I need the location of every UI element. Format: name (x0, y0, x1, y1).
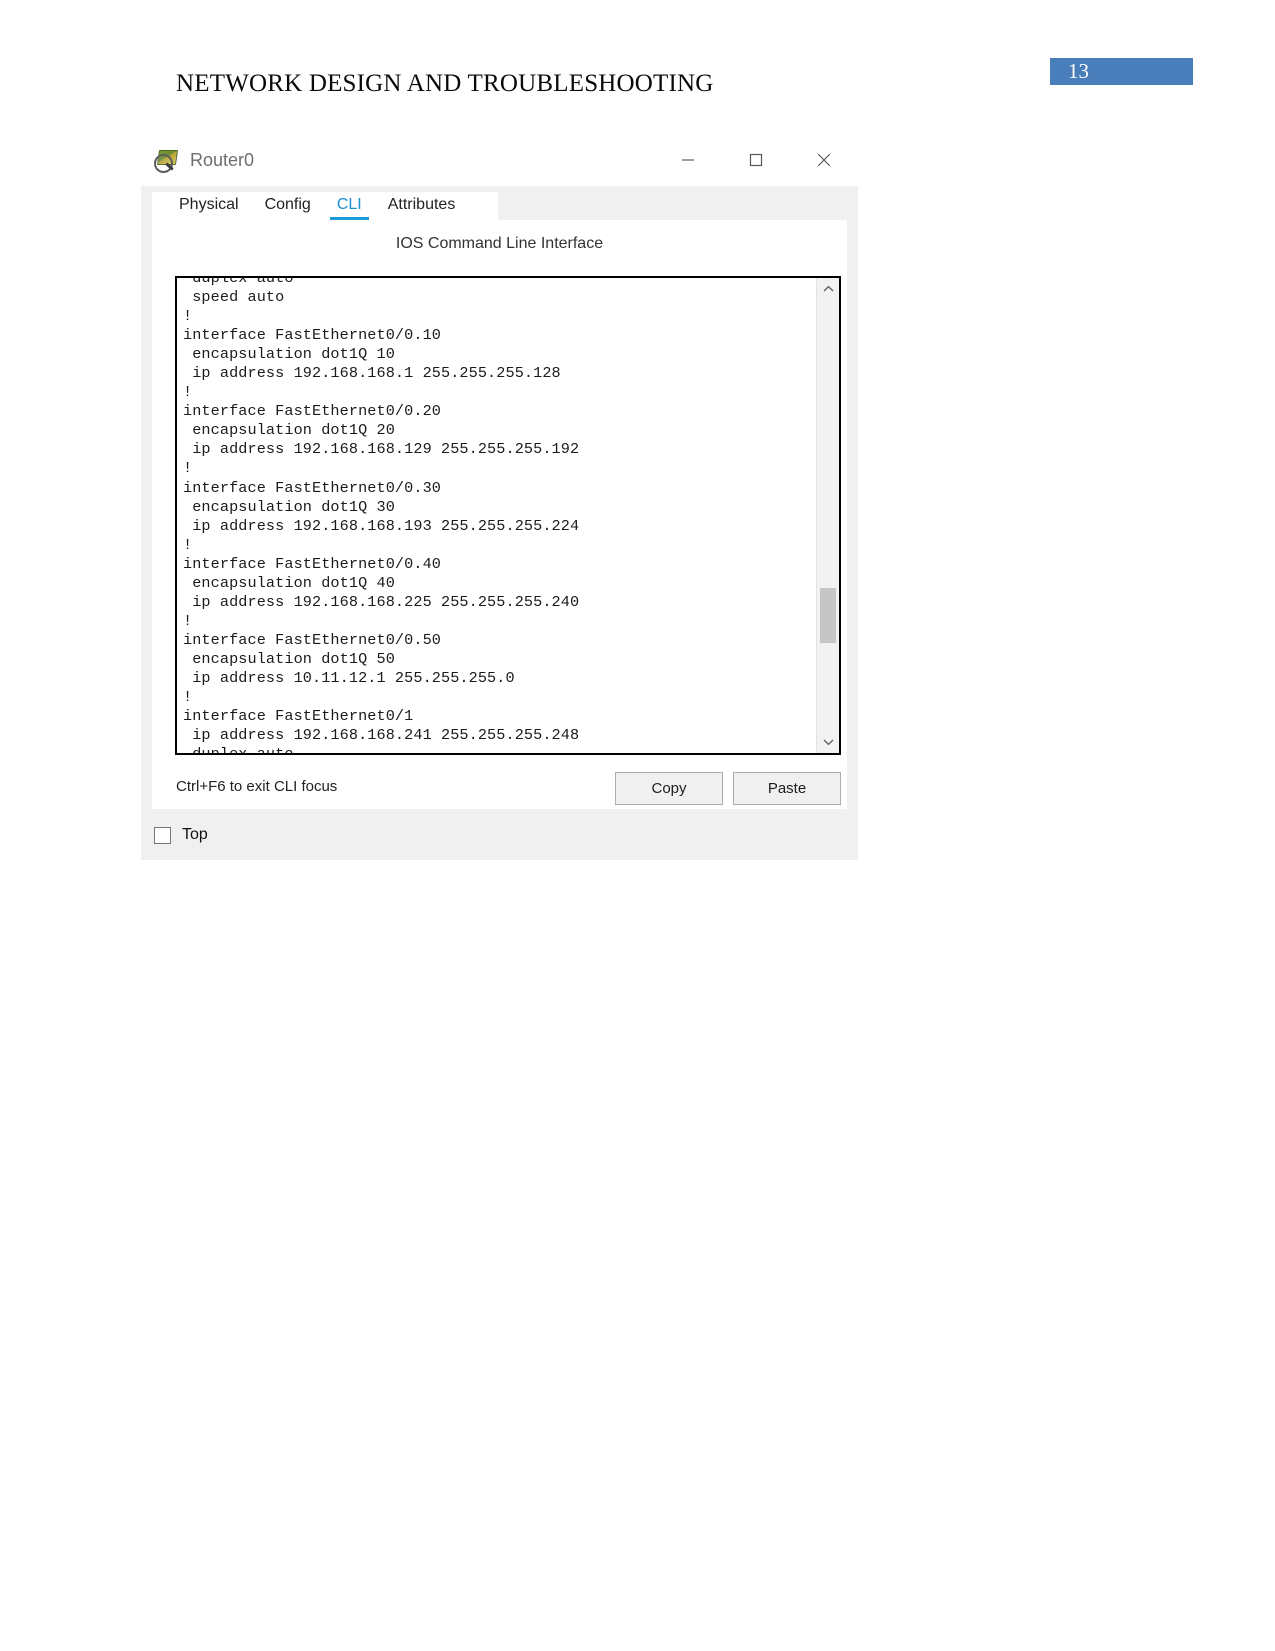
close-icon[interactable] (790, 134, 858, 186)
page-title: NETWORK DESIGN AND TROUBLESHOOTING (176, 70, 714, 97)
tabstrip: Physical Config CLI Attributes (152, 192, 499, 220)
copy-button[interactable]: Copy (615, 772, 723, 805)
tab-cli[interactable]: CLI (324, 196, 375, 220)
tabstrip-container: Physical Config CLI Attributes (152, 186, 847, 220)
window-title: Router0 (190, 149, 255, 170)
top-checkbox-label: Top (182, 826, 208, 843)
paste-button[interactable]: Paste (733, 772, 841, 805)
minimize-icon[interactable] (654, 134, 722, 186)
tab-attributes[interactable]: Attributes (375, 196, 469, 220)
cli-tab-panel: IOS Command Line Interface duplex auto s… (152, 220, 847, 809)
window-controls (654, 134, 858, 186)
router-magnifier-icon (154, 147, 180, 173)
cli-terminal-text: duplex auto speed auto ! interface FastE… (183, 276, 580, 755)
window-bottom-bar: Top (141, 810, 858, 860)
cli-terminal[interactable]: duplex auto speed auto ! interface FastE… (175, 276, 841, 755)
window-titlebar: Router0 (141, 134, 858, 186)
document-header: NETWORK DESIGN AND TROUBLESHOOTING 13 (0, 0, 1275, 120)
chevron-down-icon[interactable] (817, 731, 839, 753)
chevron-up-icon[interactable] (817, 278, 839, 300)
top-checkbox[interactable] (154, 826, 171, 844)
cli-footer: Ctrl+F6 to exit CLI focus Copy Paste (152, 772, 847, 812)
tab-config[interactable]: Config (252, 196, 324, 220)
cli-scrollbar-thumb[interactable] (820, 588, 836, 643)
device-window: Router0 Physical Config CLI Attributes I… (141, 134, 858, 860)
tab-physical[interactable]: Physical (166, 196, 252, 220)
page-number-badge: 13 (1050, 58, 1193, 85)
cli-focus-hint: Ctrl+F6 to exit CLI focus (176, 778, 338, 795)
cli-scrollbar[interactable] (816, 278, 839, 753)
cli-caption: IOS Command Line Interface (395, 235, 604, 252)
maximize-icon[interactable] (722, 134, 790, 186)
